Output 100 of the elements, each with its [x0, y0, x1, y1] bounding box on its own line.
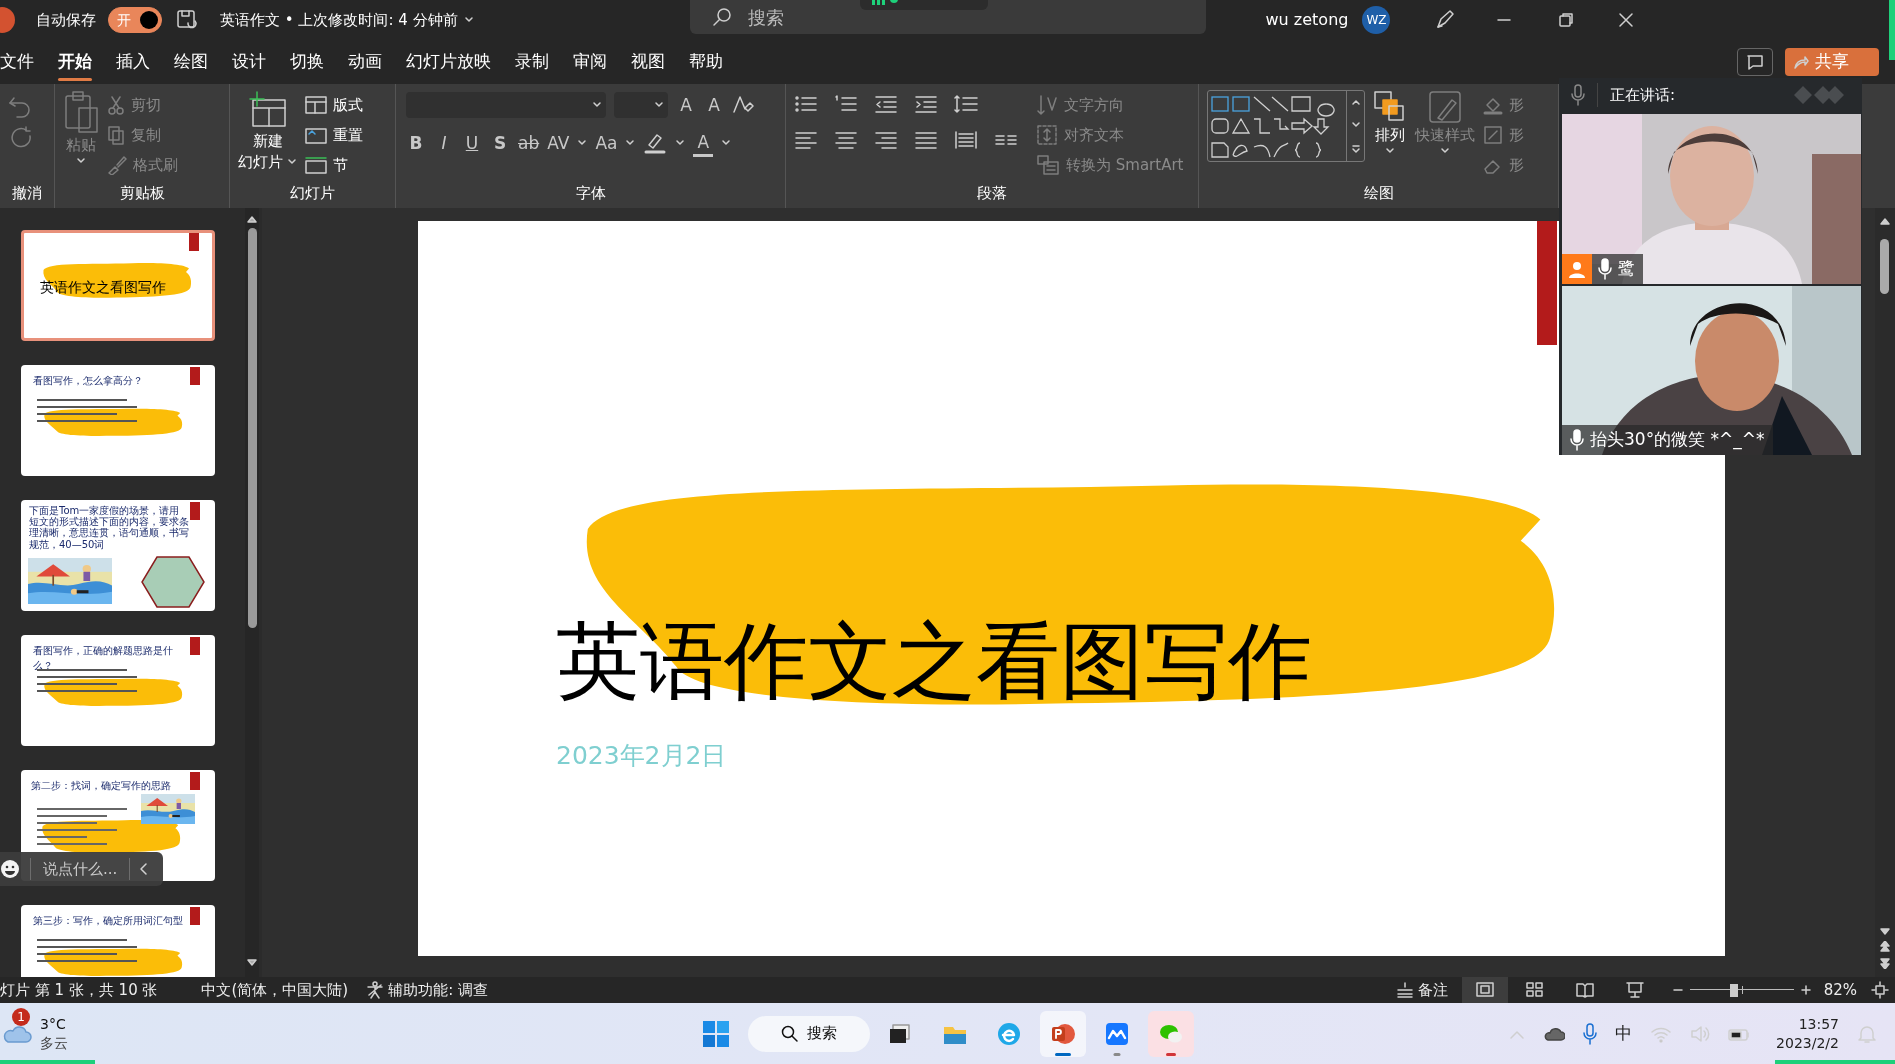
next-slide-icon[interactable]: [1878, 957, 1892, 969]
align-right-icon[interactable]: [874, 130, 898, 150]
font-color-button[interactable]: A: [693, 129, 714, 157]
ribbon-tab[interactable]: 设计: [220, 43, 278, 81]
shrink-font-button[interactable]: A: [704, 90, 724, 120]
character-spacing-button[interactable]: AV: [547, 128, 570, 158]
slide-thumbnail[interactable]: 下面是Tom一家度假的场景，请用短文的形式描述下面的内容，要求条理清晰，意思连贯，语句通顺，书写规范，40—50词: [21, 500, 215, 611]
microphone-icon[interactable]: [1571, 84, 1585, 106]
chat-input[interactable]: 说点什么...: [41, 856, 121, 882]
align-center-icon[interactable]: [834, 130, 858, 150]
accessibility-status[interactable]: 辅助功能: 调查: [388, 978, 489, 1002]
strikethrough-button[interactable]: ab: [518, 128, 540, 158]
increase-indent-icon[interactable]: [914, 94, 938, 114]
microphone-icon[interactable]: [1583, 1022, 1598, 1045]
bullets-icon[interactable]: [794, 94, 818, 114]
decrease-indent-icon[interactable]: [874, 94, 898, 114]
notes-icon: [1395, 982, 1414, 998]
scroll-down-icon[interactable]: [1878, 927, 1892, 937]
shapes-gallery[interactable]: [1207, 90, 1365, 162]
caret-icon[interactable]: [675, 139, 686, 147]
taskbar-search[interactable]: 搜索: [747, 1015, 870, 1052]
change-case-button[interactable]: Aa: [595, 128, 618, 158]
weather-temperature[interactable]: 3°C: [40, 1015, 68, 1034]
scroll-up-icon[interactable]: [245, 214, 259, 224]
arrange-button[interactable]: 排列: [1373, 90, 1407, 180]
search-bar[interactable]: 搜索: [689, 0, 1206, 34]
chat-bar-toast[interactable]: 说点什么...: [0, 852, 163, 886]
highlighter-icon[interactable]: [643, 131, 668, 155]
emoji-icon[interactable]: [0, 859, 20, 879]
bold-button[interactable]: B: [406, 128, 426, 158]
accessibility-icon[interactable]: [366, 981, 385, 999]
cloud-icon[interactable]: [1543, 1025, 1566, 1042]
notes-button[interactable]: 备注: [1395, 978, 1448, 1002]
layout-button[interactable]: 版式: [305, 90, 363, 120]
collapse-icon[interactable]: [138, 862, 148, 876]
font-size-field[interactable]: [614, 92, 668, 118]
shadow-button[interactable]: S: [490, 128, 510, 158]
zoom-slider[interactable]: [1689, 983, 1794, 997]
quick-styles-icon: [1428, 90, 1462, 124]
normal-view-icon[interactable]: [1461, 977, 1508, 1003]
ribbon-tab[interactable]: 绘图: [162, 43, 220, 81]
close-icon[interactable]: [1618, 12, 1635, 28]
restore-icon[interactable]: [1558, 12, 1575, 28]
distributed-icon[interactable]: [954, 130, 978, 150]
scrollbar-thumb[interactable]: [248, 228, 257, 628]
scroll-up-icon[interactable]: [1350, 98, 1361, 107]
font-name-field[interactable]: [406, 92, 606, 118]
caret-icon[interactable]: [721, 139, 732, 147]
clock-date[interactable]: 2023/2/2: [1776, 1033, 1839, 1053]
grow-font-button[interactable]: A: [676, 90, 696, 120]
caret-icon[interactable]: [625, 139, 636, 147]
slide-thumbnail[interactable]: 看图写作，怎么拿高分？: [21, 365, 215, 476]
user-avatar[interactable]: WZ: [1362, 6, 1391, 34]
search-field[interactable]: 搜索: [745, 2, 946, 32]
comments-button[interactable]: [1737, 48, 1773, 76]
line-spacing-icon[interactable]: [954, 94, 978, 114]
weather-condition[interactable]: 多云: [40, 1033, 68, 1052]
slide-thumbnail[interactable]: 英语作文之看图写作: [21, 230, 215, 341]
numbering-icon[interactable]: [834, 94, 858, 114]
scroll-down-icon[interactable]: [245, 958, 259, 968]
accent-bar: [189, 233, 199, 251]
ribbon-tab[interactable]: 切换: [278, 43, 336, 81]
pen-icon[interactable]: [1434, 9, 1457, 31]
zoom-level[interactable]: 82%: [1823, 978, 1857, 1002]
scroll-up-icon[interactable]: [1878, 216, 1892, 226]
clear-format-icon[interactable]: [732, 94, 754, 116]
expand-gallery-icon[interactable]: [1350, 143, 1361, 154]
language-status[interactable]: 中文(简体，中国大陆): [201, 978, 349, 1002]
document-title[interactable]: 英语作文 • 上次修改时间: 4 分钟前: [220, 8, 458, 32]
ribbon-tab[interactable]: 动画: [336, 43, 394, 81]
ribbon-tab[interactable]: 文件: [0, 43, 46, 81]
align-left-icon[interactable]: [794, 130, 818, 150]
caret-icon[interactable]: [577, 139, 588, 147]
justify-icon[interactable]: [914, 130, 938, 150]
section-button[interactable]: 节: [305, 150, 363, 180]
zoom-in-icon[interactable]: [1799, 984, 1812, 996]
app-logo-icon[interactable]: [0, 5, 16, 35]
new-slide-button[interactable]: 新建 幻灯片: [238, 90, 297, 180]
ribbon-tab[interactable]: 插入: [104, 43, 162, 81]
ribbon-tab[interactable]: 视图: [619, 43, 677, 81]
scrollbar-thumb[interactable]: [1880, 239, 1889, 294]
input-method-indicator[interactable]: 中: [1615, 1020, 1633, 1047]
ribbon-tab[interactable]: 开始: [46, 43, 104, 81]
redo-icon[interactable]: [8, 126, 34, 150]
underline-button[interactable]: U: [462, 128, 482, 158]
fit-to-window-icon[interactable]: [1871, 981, 1889, 999]
previous-slide-icon[interactable]: [1878, 941, 1892, 953]
slide-thumbnail[interactable]: 第三步：写作，确定所用词汇句型: [21, 905, 215, 977]
reset-button[interactable]: 重置: [305, 120, 363, 150]
ribbon-tab[interactable]: 审阅: [561, 43, 619, 81]
group-label: 段落: [976, 183, 1008, 204]
caret-icon[interactable]: [463, 16, 474, 24]
italic-button[interactable]: I: [434, 128, 454, 158]
ribbon-tab[interactable]: 帮助: [677, 43, 735, 81]
ribbon-tab[interactable]: 录制: [503, 43, 561, 81]
start-icon[interactable]: [701, 1019, 730, 1048]
ribbon-tab[interactable]: 幻灯片放映: [394, 43, 503, 81]
save-sync-icon[interactable]: [176, 9, 198, 31]
scroll-down-icon[interactable]: [1350, 121, 1361, 129]
clock-time[interactable]: 13:57: [1798, 1014, 1839, 1034]
